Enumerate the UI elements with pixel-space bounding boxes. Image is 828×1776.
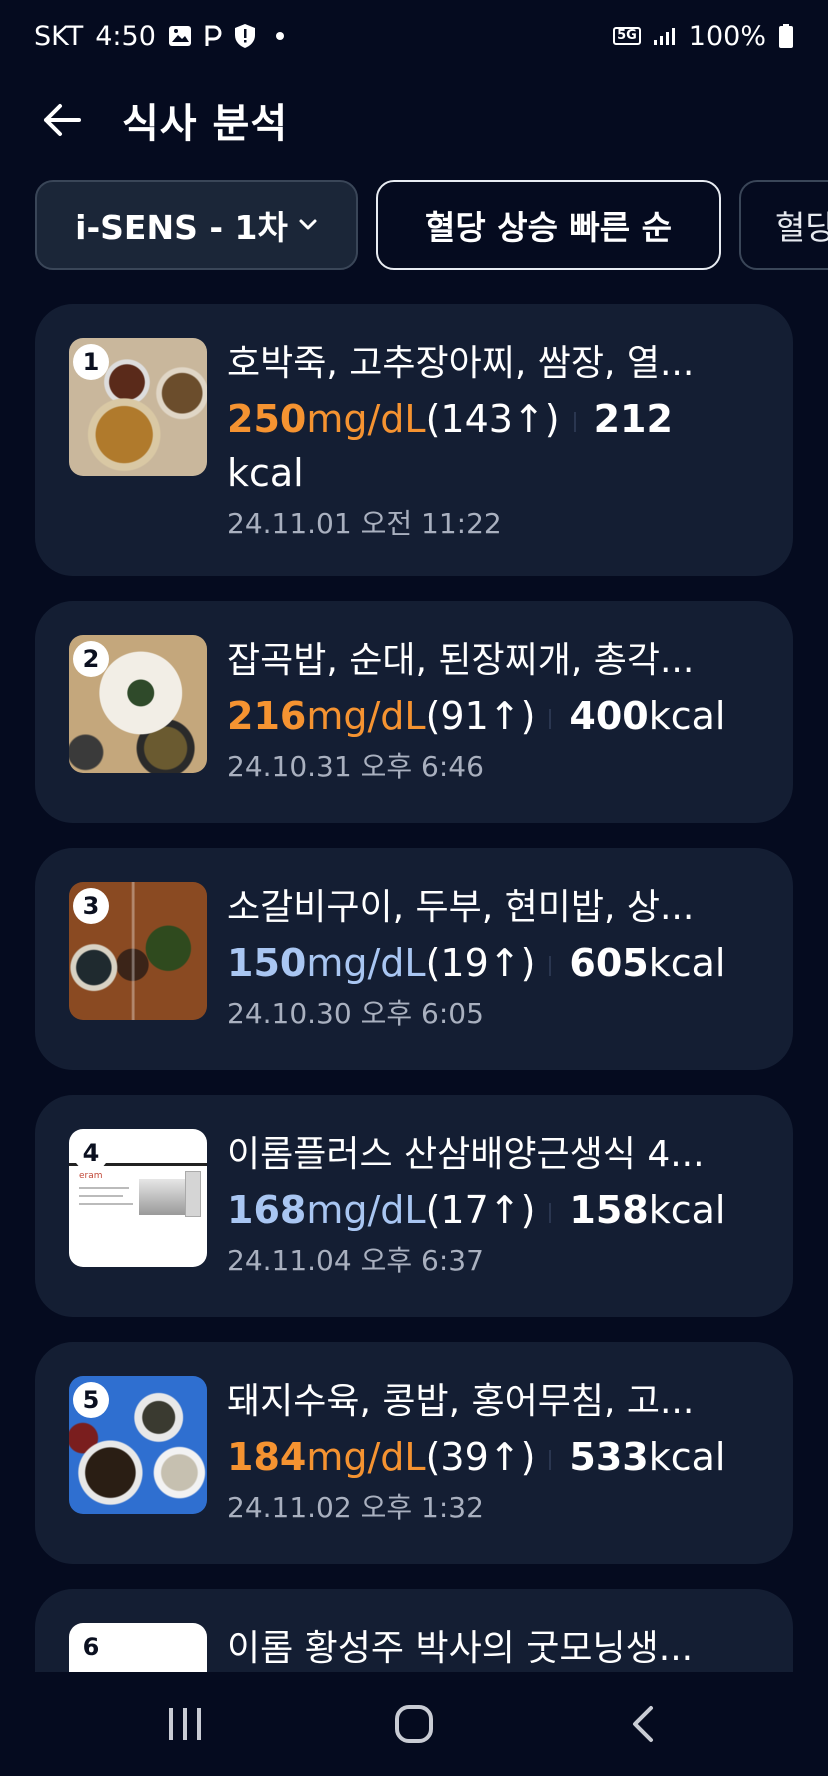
meal-photo: 3	[69, 882, 207, 1020]
battery-percent: 100%	[688, 20, 766, 52]
divider	[549, 955, 552, 976]
home-icon	[394, 1705, 433, 1743]
meal-info: 이롬플러스 산삼배양근생식 4... 168mg/dL(17↑) 158kcal …	[227, 1129, 763, 1317]
kcal-unit: kcal	[648, 694, 726, 738]
meal-info: 돼지수육, 콩밥, 홍어무침, 고... 184mg/dL(39↑) 533kca…	[227, 1376, 763, 1564]
system-nav-bar	[0, 1672, 828, 1776]
meal-card[interactable]: 4 eram 이롬플러스 산삼배양근생식 4... 168mg/dL(17↑) 1…	[35, 1095, 793, 1317]
meal-stats: 250mg/dL(143↑) 212 kcal	[227, 392, 763, 500]
carrier-label: SKT	[34, 20, 84, 52]
divider	[549, 1449, 552, 1470]
page-title: 식사 분석	[122, 101, 289, 147]
gallery-icon	[168, 25, 192, 47]
meal-name: 이롬플러스 산삼배양근생식 4...	[227, 1134, 705, 1175]
home-button[interactable]	[369, 1689, 459, 1759]
kcal-value: 400	[569, 694, 649, 738]
kcal-unit: kcal	[648, 941, 726, 985]
status-bar: SKT 4:50 5G 100%	[0, 0, 828, 72]
divider	[573, 411, 576, 432]
recents-button[interactable]	[140, 1689, 230, 1759]
nav-back-icon	[633, 1706, 654, 1742]
glucose-value: 184mg/dL	[227, 1435, 426, 1479]
clock: 4:50	[95, 20, 156, 52]
divider	[549, 1202, 552, 1223]
kcal-unit: kcal	[648, 1435, 726, 1479]
rank-badge: 3	[73, 888, 109, 924]
meal-info: 호박죽, 고추장아찌, 쌈장, 열... 250mg/dL(143↑) 212 kc…	[227, 338, 763, 576]
sort-chip-glucose-rise[interactable]: 혈당 상승 빠른 순	[376, 180, 721, 270]
meal-info: 이롬 황성주 박사의 굿모닝생...	[227, 1623, 763, 1672]
glucose-value: 216mg/dL	[227, 694, 426, 738]
meal-card[interactable]: 5 돼지수육, 콩밥, 홍어무침, 고... 184mg/dL(39↑) 533k…	[35, 1342, 793, 1564]
divider	[549, 708, 552, 729]
rank-badge: 5	[73, 1382, 109, 1418]
battery-icon	[778, 23, 794, 49]
status-left: SKT 4:50	[34, 21, 284, 52]
glucose-rise: (39↑)	[425, 1435, 536, 1479]
meal-card[interactable]: 6 이롬 황성주 박사의 굿모닝생...	[35, 1589, 793, 1672]
glucose-rise: (91↑)	[425, 694, 536, 738]
meal-info: 소갈비구이, 두부, 현미밥, 상... 150mg/dL(19↑) 605kca…	[227, 882, 763, 1070]
network-type-icon: 5G	[613, 27, 641, 45]
rank-badge: 4	[73, 1135, 109, 1171]
meal-date: 24.11.04 오후 6:37	[227, 1244, 484, 1277]
meal-card[interactable]: 3 소갈비구이, 두부, 현미밥, 상... 150mg/dL(19↑) 605k…	[35, 848, 793, 1070]
meal-stats: 168mg/dL(17↑) 158kcal	[227, 1183, 763, 1237]
back-arrow-icon	[44, 104, 81, 136]
meal-date: 24.10.30 오후 6:05	[227, 997, 484, 1030]
rank-badge: 6	[73, 1629, 109, 1665]
meal-card[interactable]: 2 잡곡밥, 순대, 된장찌개, 총각... 216mg/dL(91↑) 400k…	[35, 601, 793, 823]
meal-stats: 150mg/dL(19↑) 605kcal	[227, 936, 763, 990]
glucose-value: 150mg/dL	[227, 941, 426, 985]
meal-name: 호박죽, 고추장아찌, 쌈장, 열...	[227, 343, 695, 384]
status-right: 5G 100%	[613, 21, 794, 52]
glucose-rise: (19↑)	[425, 941, 536, 985]
glucose-rise: (17↑)	[425, 1188, 536, 1232]
meal-name: 소갈비구이, 두부, 현미밥, 상...	[227, 887, 695, 928]
rank-badge: 2	[73, 641, 109, 677]
meal-stats: 216mg/dL(91↑) 400kcal	[227, 689, 763, 743]
app-header: 식사 분석	[0, 80, 828, 160]
meal-name: 잡곡밥, 순대, 된장찌개, 총각...	[227, 640, 695, 681]
shield-icon	[234, 23, 256, 49]
meal-date: 24.11.01 오전 11:22	[227, 507, 502, 540]
signal-icon	[653, 26, 677, 46]
kcal-value: 605	[569, 941, 649, 985]
meal-date: 24.11.02 오후 1:32	[227, 1491, 484, 1524]
meal-list: 1 호박죽, 고추장아찌, 쌈장, 열... 250mg/dL(143↑) 212…	[35, 304, 793, 1672]
rank-badge: 1	[73, 344, 109, 380]
device-filter-chip[interactable]: i-SENS - 1차	[35, 180, 358, 270]
sort-chip-third-label: 혈당	[775, 208, 828, 247]
kcal-value: 533	[569, 1435, 649, 1479]
meal-date: 24.10.31 오후 6:46	[227, 750, 484, 783]
meal-card[interactable]: 1 호박죽, 고추장아찌, 쌈장, 열... 250mg/dL(143↑) 212…	[35, 304, 793, 576]
recents-icon	[168, 1708, 201, 1740]
meal-name: 돼지수육, 콩밥, 홍어무침, 고...	[227, 1381, 695, 1422]
meal-photo: 4 eram	[69, 1129, 207, 1267]
glucose-value: 250mg/dL	[227, 397, 426, 441]
filter-chips: i-SENS - 1차 혈당 상승 빠른 순 혈당	[35, 180, 828, 270]
meal-photo: 2	[69, 635, 207, 773]
kcal-value: 212	[593, 397, 673, 441]
meal-stats: 184mg/dL(39↑) 533kcal	[227, 1430, 763, 1484]
kcal-unit: kcal	[648, 1188, 726, 1232]
glucose-rise: (143↑)	[425, 397, 560, 441]
meal-photo: 5	[69, 1376, 207, 1514]
kcal-unit: kcal	[227, 451, 304, 495]
kcal-value: 158	[569, 1188, 649, 1232]
sort-chip-label: 혈당 상승 빠른 순	[425, 208, 672, 247]
p-app-icon	[204, 24, 222, 48]
glucose-value: 168mg/dL	[227, 1188, 426, 1232]
nav-back-button[interactable]	[598, 1689, 688, 1759]
meal-name: 이롬 황성주 박사의 굿모닝생...	[227, 1628, 694, 1669]
device-filter-label: i-SENS - 1차	[75, 208, 288, 247]
product-logo: eram	[79, 1171, 103, 1181]
sort-chip-glucose[interactable]: 혈당	[739, 180, 828, 270]
meal-info: 잡곡밥, 순대, 된장찌개, 총각... 216mg/dL(91↑) 400kca…	[227, 635, 763, 823]
back-button[interactable]	[40, 98, 84, 142]
notification-dot-icon	[275, 32, 284, 40]
meal-photo: 1	[69, 338, 207, 476]
chevron-down-icon	[299, 219, 317, 230]
meal-photo: 6	[69, 1623, 207, 1672]
